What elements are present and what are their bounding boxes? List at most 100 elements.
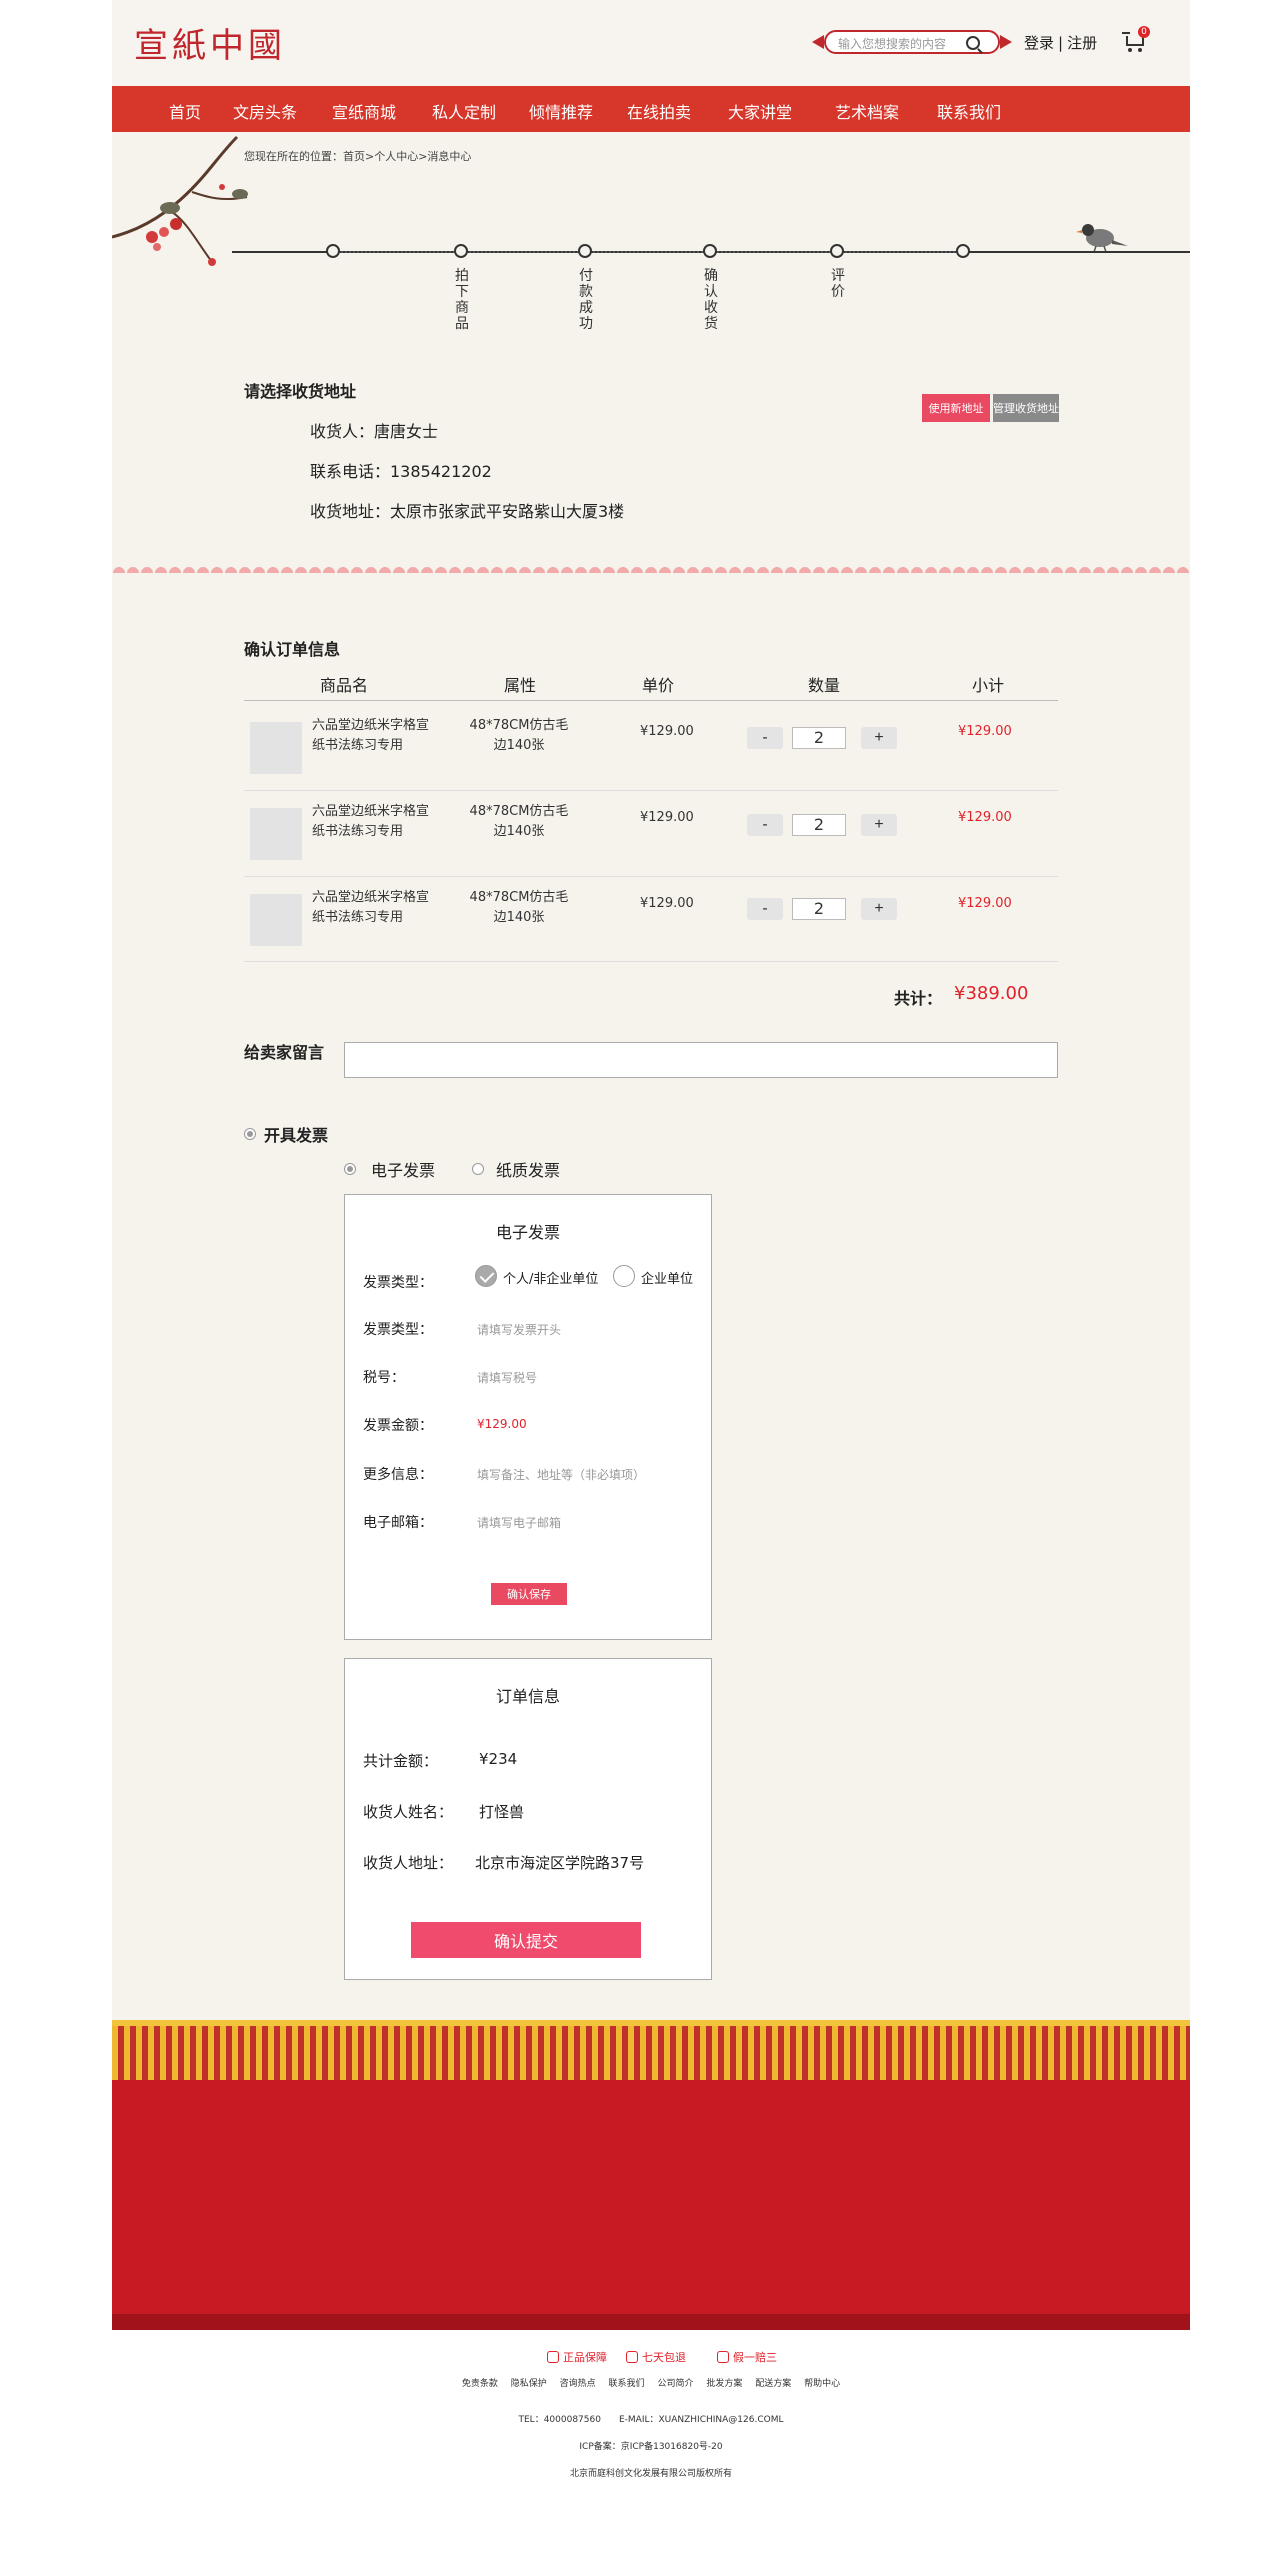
invoice-type-label: 发票类型：: [363, 1275, 433, 1291]
product-name[interactable]: 六品堂边纸米字格宣纸书法练习专用: [312, 888, 432, 928]
invoice-amount-label: 发票金额：: [363, 1418, 433, 1434]
bird-decoration: [1076, 224, 1128, 253]
electronic-invoice-panel: 电子发票 发票类型： 个人/非企业单位 企业单位 发票类型： 请填写发票开头 税…: [344, 1194, 712, 1640]
more-info-input[interactable]: 填写备注、地址等（非必填项）: [477, 1466, 645, 1483]
manage-address-button[interactable]: 管理收货地址: [993, 394, 1059, 422]
company-option-radio[interactable]: [613, 1265, 635, 1287]
footer-copyright: 北京而庭科创文化发展有限公司版权所有: [569, 2469, 732, 2479]
nav-item-mall[interactable]: 宣纸商城: [332, 99, 396, 123]
guarantee-return: 七天包退: [626, 2349, 686, 2365]
plum-branch-decoration: [112, 135, 248, 266]
step-node: [703, 244, 717, 258]
qty-plus-button[interactable]: +: [861, 814, 897, 836]
save-invoice-button[interactable]: 确认保存: [491, 1583, 567, 1605]
seller-message-label: 给卖家留言: [244, 1043, 325, 1062]
address-section-title: 请选择收货地址: [244, 382, 357, 401]
footer-link[interactable]: 配送方案: [755, 2379, 791, 2389]
login-link[interactable]: 登录: [1024, 34, 1054, 52]
shield-icon: [547, 2351, 559, 2363]
qty-plus-button[interactable]: +: [861, 898, 897, 920]
paper-invoice-label[interactable]: 纸质发票: [496, 1157, 560, 1181]
qty-minus-button[interactable]: -: [747, 898, 783, 920]
footer-link[interactable]: 帮助中心: [804, 2379, 840, 2389]
electronic-invoice-radio[interactable]: [344, 1163, 356, 1175]
company-option-label[interactable]: 企业单位: [641, 1268, 693, 1287]
step-node: [578, 244, 592, 258]
nav-item-lecture[interactable]: 大家讲堂: [728, 99, 792, 123]
cart-icon[interactable]: 0: [1122, 26, 1150, 52]
row-divider: [244, 876, 1058, 877]
footer-link[interactable]: 免责条款: [462, 2379, 498, 2389]
nav-item-archive[interactable]: 艺术档案: [835, 99, 899, 123]
use-new-address-button[interactable]: 使用新地址: [922, 394, 990, 422]
product-name[interactable]: 六品堂边纸米字格宣纸书法练习专用: [312, 802, 432, 842]
cart-wheel: [1138, 48, 1142, 52]
more-info-label: 更多信息：: [363, 1467, 433, 1483]
search-icon[interactable]: [966, 36, 980, 50]
qty-minus-button[interactable]: -: [747, 727, 783, 749]
order-total-value: ¥389.00: [954, 983, 1029, 1004]
footer-link[interactable]: 隐私保护: [511, 2379, 547, 2389]
cart-wheel: [1128, 48, 1132, 52]
main-content: 您现在所在的位置：首页>个人中心>消息中心 拍下商品 付款成功 确认收货 评价 …: [112, 132, 1190, 2020]
order-summary-panel: 订单信息 共计金额： ¥234 收货人姓名： 打怪兽 收货人地址： 北京市海淀区…: [344, 1658, 712, 1980]
nav-item-contact[interactable]: 联系我们: [937, 99, 1001, 123]
qty-plus-button[interactable]: +: [861, 727, 897, 749]
roof-eaves-decoration: [112, 2020, 1190, 2080]
invoice-toggle-radio[interactable]: [244, 1128, 256, 1140]
product-name[interactable]: 六品堂边纸米字格宣纸书法练习专用: [312, 716, 432, 756]
column-header-qty: 数量: [808, 676, 841, 695]
cart-count-badge: 0: [1138, 26, 1150, 38]
seller-message-input[interactable]: [344, 1042, 1058, 1078]
guarantee-compensate-label: 假一赔三: [733, 2351, 777, 2364]
invoice-amount-value: ¥129.00: [477, 1417, 527, 1431]
header-divider: [244, 700, 1058, 701]
footer-link[interactable]: 批发方案: [706, 2379, 742, 2389]
column-header-attr: 属性: [504, 676, 537, 695]
nav-item-home[interactable]: 首页: [169, 99, 201, 123]
footer-link[interactable]: 联系我们: [609, 2379, 645, 2389]
footer-link[interactable]: 咨询热点: [560, 2379, 596, 2389]
search-input-box[interactable]: 输入您想搜索的内容: [824, 30, 1000, 54]
qty-input[interactable]: 2: [792, 898, 846, 920]
register-link[interactable]: 注册: [1067, 34, 1097, 52]
nav-item-custom[interactable]: 私人定制: [432, 99, 496, 123]
step-label: 拍下商品: [455, 268, 469, 332]
product-thumbnail[interactable]: [250, 808, 302, 860]
progress-dotted: [338, 251, 963, 253]
step-label: 付款成功: [579, 268, 593, 332]
footer: 正品保障 七天包退 假一赔三 免责条款 隐私保护 咨询热点 联系我们 公司简介 …: [112, 2330, 1190, 2571]
nav-item-headlines[interactable]: 文房头条: [233, 99, 297, 123]
product-subtotal: ¥129.00: [958, 724, 1012, 739]
product-thumbnail[interactable]: [250, 722, 302, 774]
footer-icp: ICP备案：京ICP备13016820号-20: [579, 2442, 723, 2452]
paper-invoice-radio[interactable]: [472, 1163, 484, 1175]
personal-option-check-icon[interactable]: [475, 1265, 497, 1287]
email-input[interactable]: 请填写电子邮箱: [477, 1514, 561, 1531]
product-thumbnail[interactable]: [250, 894, 302, 946]
tax-id-input[interactable]: 请填写税号: [477, 1369, 537, 1386]
qty-input[interactable]: 2: [792, 814, 846, 836]
order-summary-title: 订单信息: [495, 1687, 560, 1706]
logo[interactable]: 宣紙中國: [134, 18, 286, 67]
red-banner-area: [112, 2080, 1190, 2314]
product-subtotal: ¥129.00: [958, 810, 1012, 825]
row-divider: [244, 790, 1058, 791]
personal-option-label[interactable]: 个人/非企业单位: [503, 1268, 598, 1287]
column-header-price: 单价: [642, 676, 675, 695]
address-phone: 联系电话：1385421202: [310, 462, 492, 481]
wave-divider: [112, 559, 1190, 577]
order-section-title: 确认订单信息: [244, 640, 341, 659]
qty-input[interactable]: 2: [792, 727, 846, 749]
electronic-invoice-label[interactable]: 电子发票: [371, 1157, 435, 1181]
invoice-toggle-label[interactable]: 开具发票: [264, 1122, 328, 1146]
search-bar[interactable]: 输入您想搜索的内容: [812, 30, 1012, 54]
footer-link[interactable]: 公司简介: [657, 2379, 693, 2389]
nav-item-auction[interactable]: 在线拍卖: [627, 99, 691, 123]
page: 宣紙中國 输入您想搜索的内容 登录 | 注册 0 首页 文房头条 宣纸商城 私人定制…: [0, 0, 1280, 2571]
nav-item-recommend[interactable]: 倾情推荐: [529, 99, 593, 123]
invoice-header-input[interactable]: 请填写发票开头: [477, 1321, 561, 1338]
search-input[interactable]: 输入您想搜索的内容: [838, 35, 946, 52]
submit-order-button[interactable]: 确认提交: [411, 1922, 641, 1958]
qty-minus-button[interactable]: -: [747, 814, 783, 836]
